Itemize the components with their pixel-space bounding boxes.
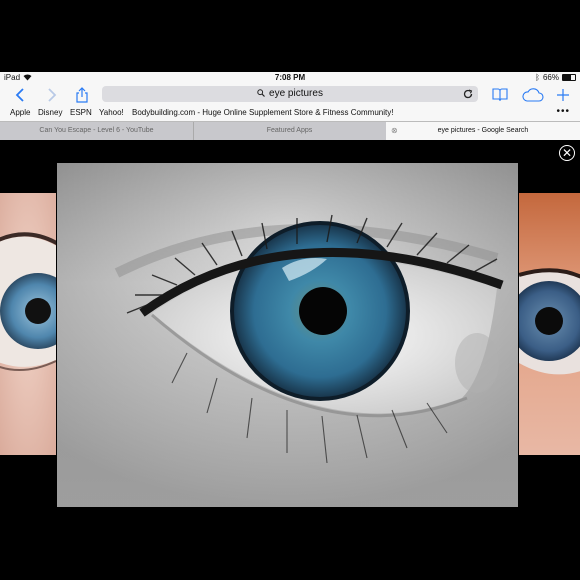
close-viewer-icon[interactable]: ✕ — [559, 145, 575, 161]
address-bar[interactable]: eye pictures — [102, 86, 478, 102]
bookmark-espn[interactable]: ESPN — [70, 108, 92, 117]
tab-label: Featured Apps — [266, 127, 313, 134]
tab-youtube[interactable]: Can You Escape - Level 6 - YouTube — [0, 122, 194, 140]
more-icon[interactable]: ••• — [556, 106, 570, 117]
clock: 7:08 PM — [274, 73, 306, 82]
cloud-tabs-icon[interactable] — [521, 86, 545, 103]
bookmarks-bar: Apple Disney ESPN Yahoo! Bodybuilding.co… — [0, 105, 580, 121]
close-tab-icon[interactable]: ⊗ — [391, 122, 398, 140]
tab-label: eye pictures - Google Search — [437, 127, 529, 134]
back-icon[interactable] — [12, 86, 28, 103]
battery-icon — [562, 74, 576, 81]
bookmark-apple[interactable]: Apple — [10, 108, 30, 117]
share-icon[interactable] — [73, 86, 91, 103]
tab-bar: Can You Escape - Level 6 - YouTube Featu… — [0, 121, 580, 141]
address-bar-text-wrap: eye pictures — [102, 88, 478, 99]
bookmark-disney[interactable]: Disney — [38, 108, 62, 117]
previous-image[interactable] — [0, 193, 56, 455]
new-tab-icon[interactable] — [554, 86, 572, 103]
reload-icon[interactable] — [463, 86, 473, 99]
bookmarks-icon[interactable] — [490, 86, 510, 103]
status-right: ᛒ 66% — [535, 73, 576, 82]
forward-icon[interactable] — [44, 86, 60, 103]
bookmark-bodybuilding[interactable]: Bodybuilding.com - Huge Online Supplemen… — [132, 108, 393, 117]
search-query: eye pictures — [269, 88, 323, 99]
battery-percent: 66% — [542, 73, 559, 82]
magnifier-icon — [257, 88, 265, 98]
next-image[interactable] — [519, 193, 580, 455]
tab-featured-apps[interactable]: Featured Apps — [193, 122, 387, 140]
bookmark-yahoo[interactable]: Yahoo! — [99, 108, 124, 117]
tab-google-search[interactable]: ⊗ eye pictures - Google Search — [386, 122, 580, 140]
tab-label: Can You Escape - Level 6 - YouTube — [39, 127, 154, 134]
bluetooth-icon: ᛒ — [535, 73, 540, 82]
main-eye-image[interactable] — [57, 163, 518, 507]
status-bar: iPad 7:08 PM ᛒ 66% — [0, 72, 580, 84]
ipad-screen: iPad 7:08 PM ᛒ 66% eye pictures Apple Di… — [0, 0, 580, 580]
